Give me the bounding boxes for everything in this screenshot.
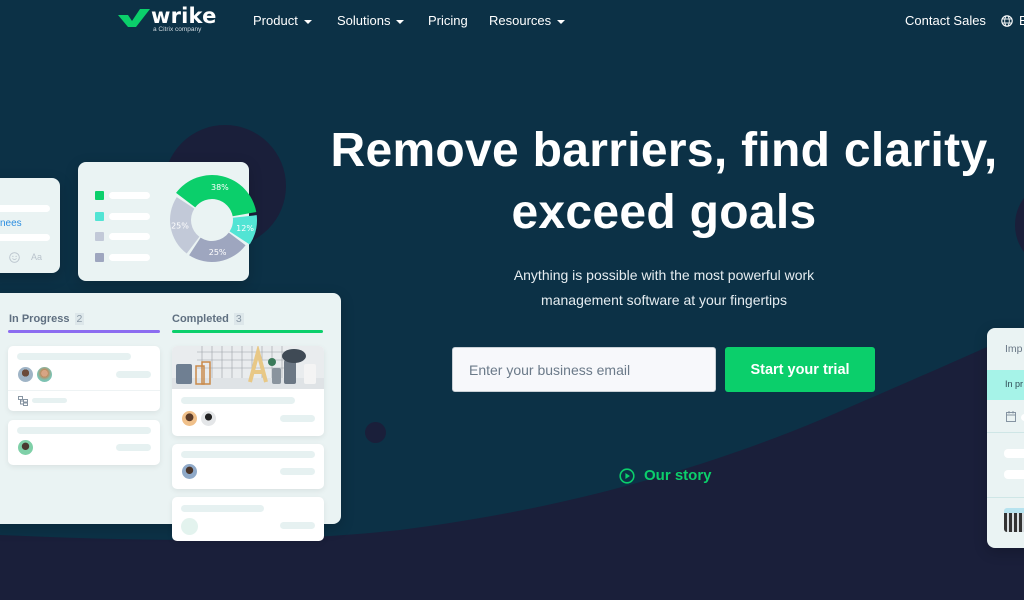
nav-resources-label: Resources [489, 13, 552, 28]
subtask-placeholder [32, 398, 67, 403]
donut-label: 25% [171, 222, 189, 231]
legend-line [109, 254, 150, 261]
language-selector[interactable]: E [1001, 13, 1024, 28]
nav-solutions[interactable]: Solutions [337, 13, 405, 28]
nav-solutions-label: Solutions [337, 13, 391, 28]
divider [987, 497, 1024, 498]
mention-text: nees [0, 218, 22, 229]
attachment-thumbnail [1004, 508, 1024, 532]
emoji-icon [9, 252, 20, 263]
legend-swatch-light-slate [95, 232, 104, 241]
legend-line [109, 233, 150, 240]
legend-line [109, 213, 150, 220]
hero-title-line-1: Remove barriers, find clarity, [330, 124, 998, 177]
hero-subtitle: Anything is possible with the most power… [464, 263, 864, 312]
task-meta-placeholder [280, 522, 315, 529]
column-bar-completed [172, 330, 323, 333]
avatar [200, 410, 217, 427]
task-card[interactable] [172, 497, 324, 541]
legend-swatch-green [95, 191, 104, 200]
task-card[interactable] [8, 420, 160, 465]
task-title-placeholder [181, 505, 264, 512]
task-title-placeholder [17, 427, 151, 434]
placeholder-line [0, 234, 50, 241]
avatar [181, 410, 198, 427]
subtask-icon [18, 396, 28, 406]
hero-subtitle-line-1: Anything is possible with the most power… [513, 267, 815, 283]
language-label: E [1019, 13, 1024, 28]
legend-swatch-teal [95, 212, 104, 221]
task-detail-card: Imp In pr [987, 328, 1024, 548]
description-placeholder [1004, 449, 1024, 458]
hero-title: Remove barriers, find clarity, exceed go… [310, 120, 1018, 244]
our-story-link[interactable]: Our story [619, 467, 712, 484]
logo-wordmark: wrike [151, 4, 217, 28]
legend-line [109, 192, 150, 199]
donut-label: 25% [209, 248, 227, 257]
logo-subtext: a Citrix company [153, 26, 202, 33]
wrike-check-icon [118, 9, 150, 27]
chevron-down-icon [557, 19, 566, 24]
hero-subtitle-line-2: management software at your fingertips [541, 291, 787, 308]
avatar [36, 366, 53, 383]
task-meta-placeholder [116, 444, 151, 451]
nav-pricing-label: Pricing [428, 13, 468, 28]
kanban-board-card: In Progress 2 Completed 3 [0, 293, 341, 524]
status-label: In pr [1005, 379, 1024, 389]
description-placeholder [1004, 470, 1024, 479]
decor-circle-small [365, 422, 386, 443]
task-meta-placeholder [280, 468, 315, 475]
divider [8, 390, 160, 391]
legend-swatch-slate [95, 253, 104, 262]
chevron-down-icon [396, 19, 405, 24]
wrike-logo[interactable]: wrike a Citrix company [118, 4, 218, 36]
donut-label: 38% [211, 183, 229, 192]
column-header-completed: Completed 3 [172, 313, 244, 325]
task-card[interactable] [172, 444, 324, 489]
task-meta-placeholder [280, 415, 315, 422]
comment-card: nees Aa [0, 178, 60, 273]
nav-contact-sales[interactable]: Contact Sales [905, 13, 986, 28]
nav-product[interactable]: Product [253, 13, 312, 28]
task-meta-placeholder [116, 371, 151, 378]
column-count: 3 [233, 313, 244, 325]
donut-label: 12% [236, 224, 254, 233]
business-email-input[interactable] [452, 347, 716, 392]
play-circle-icon [619, 467, 635, 484]
column-title: Completed [172, 313, 229, 325]
text-format-label: Aa [31, 252, 43, 262]
task-detail-header: Imp [1005, 343, 1023, 355]
task-title-placeholder [17, 353, 131, 360]
divider [987, 432, 1024, 433]
chevron-down-icon [303, 19, 312, 24]
task-card[interactable] [8, 346, 160, 411]
avatar [17, 439, 34, 456]
nav-product-label: Product [253, 13, 298, 28]
nav-pricing[interactable]: Pricing [428, 13, 468, 28]
globe-icon [1001, 14, 1013, 27]
column-title: In Progress [9, 313, 70, 325]
add-assignee-icon [181, 518, 198, 535]
donut-chart: 38% 12% 25% 25% [170, 174, 257, 262]
avatar [181, 463, 198, 480]
nav-resources[interactable]: Resources [489, 13, 566, 28]
column-count: 2 [74, 313, 85, 325]
task-title-placeholder [181, 397, 295, 404]
column-bar-in-progress [8, 330, 160, 333]
start-trial-button[interactable]: Start your trial [725, 347, 875, 392]
donut-chart-card: 38% 12% 25% 25% [78, 162, 257, 281]
avatar [17, 366, 34, 383]
status-banner: In pr [987, 370, 1024, 400]
task-title-placeholder [181, 451, 315, 458]
column-header-in-progress: In Progress 2 [9, 313, 85, 325]
placeholder-line [0, 205, 50, 212]
our-story-label: Our story [644, 467, 712, 484]
top-nav: wrike a Citrix company Product Solutions… [0, 0, 1024, 42]
hero-title-line-2: exceed goals [511, 186, 817, 239]
task-cover-image [172, 346, 324, 389]
contact-sales-label: Contact Sales [905, 13, 986, 28]
task-card[interactable] [172, 346, 324, 436]
calendar-icon [1006, 411, 1016, 422]
